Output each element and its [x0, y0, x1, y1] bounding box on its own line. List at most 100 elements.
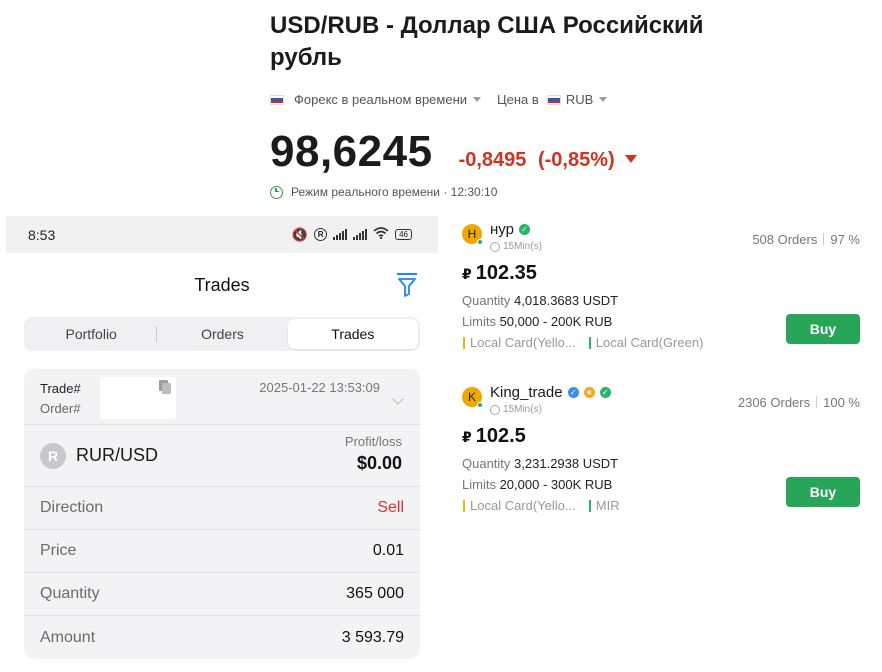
change-percent: (-0,85%): [537, 149, 615, 171]
avatar-letter: H: [467, 227, 477, 241]
detail-value: 3 593.79: [341, 628, 404, 646]
payment-method: Local Card(Yello...: [470, 335, 576, 350]
russia-flag-icon: [270, 94, 284, 105]
limits-value: 50,000 - 200K RUB: [499, 314, 613, 329]
merchant-stats: 508 Orders 97 %: [752, 232, 860, 247]
source-dropdown[interactable]: Форекс в реальном времени: [294, 92, 467, 107]
change-value: -0,8495: [458, 149, 527, 171]
orders-count: 2306 Orders: [737, 395, 811, 410]
clock-icon: [270, 185, 283, 199]
avatar-letter: K: [467, 390, 476, 404]
orders-count: 508 Orders: [752, 232, 818, 247]
detail-row-price: Price 0.01: [24, 530, 420, 573]
status-time: 8:53: [28, 226, 56, 243]
response-time-text: 15Min(s): [503, 404, 542, 415]
quantity-value: 3,231.2938 USDT: [514, 456, 619, 471]
russia-flag-icon: [546, 94, 561, 105]
detail-label: Price: [40, 542, 77, 559]
merchant-avatar[interactable]: H: [462, 224, 483, 245]
currency-dropdown[interactable]: RUB: [566, 92, 593, 107]
price-value: 102.35: [475, 262, 537, 284]
status-icons: 🔇 R 46: [292, 227, 412, 243]
trades-header: Trades: [6, 253, 438, 317]
pair-icon: R: [40, 442, 66, 469]
wifi-icon: [373, 227, 389, 242]
offer-price: ₽102.35: [462, 262, 862, 285]
copy-icon[interactable]: [158, 379, 172, 395]
gold-badge-icon: ★: [583, 386, 595, 398]
offer-quantity: Quantity 4,018.3683 USDT: [462, 293, 862, 308]
clock-icon: [490, 241, 500, 252]
tab-orders[interactable]: Orders: [157, 319, 287, 349]
detail-row-amount: Amount 3 593.79: [24, 616, 420, 659]
payment-method: Local Card(Green): [595, 335, 704, 350]
detail-label: Quantity: [40, 585, 100, 602]
p2p-offer: H нур ✓ 15Min(s) 508 Orders 97 % ₽102.35 …: [462, 221, 862, 352]
signal-icon: [333, 229, 348, 240]
detail-row-direction: Direction Sell: [24, 487, 420, 530]
status-bar: 8:53 🔇 R 46: [6, 216, 438, 253]
response-time-text: 15Min(s): [503, 241, 542, 252]
filter-icon[interactable]: [396, 273, 418, 297]
payment-method: MIR: [595, 498, 620, 513]
price-row: 98,6245 -0,8495 (-0,85%): [270, 127, 870, 177]
realtime-text: Режим реального времени · 12:30:10: [291, 185, 498, 199]
response-time: 15Min(s): [490, 404, 542, 415]
merchant-avatar[interactable]: K: [462, 387, 483, 408]
r-circle-icon: R: [314, 228, 328, 241]
realtime-status: Режим реального времени · 12:30:10: [270, 185, 870, 199]
buy-button[interactable]: Buy: [786, 477, 860, 507]
ruble-sign: ₽: [462, 429, 472, 445]
chevron-down-icon[interactable]: [599, 97, 608, 102]
price-value: 102.5: [475, 425, 526, 447]
battery-icon: 46: [395, 229, 412, 240]
mobile-trades-screen: 8:53 🔇 R 46 Trades Portfolio Orders Trad…: [6, 216, 438, 672]
last-price: 98,6245: [270, 127, 433, 176]
buy-button[interactable]: Buy: [786, 314, 860, 344]
signal-icon: [353, 229, 368, 240]
offer-quantity: Quantity 3,231.2938 USDT: [462, 456, 862, 471]
clock-icon: [490, 404, 500, 415]
offer-price: ₽102.5: [462, 425, 862, 448]
detail-label: Direction: [40, 499, 104, 516]
detail-value: 0.01: [372, 542, 404, 559]
quote-header: USD/RUB - Доллар США Российский рубль Фо…: [270, 10, 870, 199]
method-color-bar: [463, 499, 465, 512]
merchant-name[interactable]: нур: [490, 221, 514, 238]
trade-card: Trade# Order# 2025-01-22 13:53:09 R RUR/…: [24, 369, 420, 659]
detail-value: Sell: [377, 499, 404, 516]
quantity-label: Quantity: [462, 293, 511, 308]
response-time: 15Min(s): [490, 241, 542, 252]
profit-loss-label: Profit/loss: [344, 434, 402, 449]
merchant-stats: 2306 Orders 100 %: [738, 395, 860, 410]
profit-loss: Profit/loss $0.00: [345, 434, 402, 474]
profit-loss-value: $0.00: [356, 453, 402, 473]
order-id-label: Order#: [40, 401, 81, 416]
method-color-bar: [463, 336, 465, 349]
verified-icon: ✓: [599, 386, 611, 398]
chevron-down-icon[interactable]: [473, 97, 482, 102]
tab-portfolio[interactable]: Portfolio: [26, 319, 156, 349]
verified-icon: ✓: [518, 223, 530, 235]
pair-name: RUR/USD: [76, 445, 159, 465]
payment-method: Local Card(Yello...: [470, 498, 576, 513]
limits-value: 20,000 - 300K RUB: [499, 477, 613, 492]
pair-row: R RUR/USD Profit/loss $0.00: [24, 425, 420, 487]
quantity-label: Quantity: [462, 456, 511, 471]
page-title: Trades: [194, 274, 250, 295]
mute-icon: 🔇: [291, 226, 309, 242]
segment-tabs: Portfolio Orders Trades: [24, 317, 420, 351]
ruble-sign: ₽: [462, 266, 472, 282]
price-in-label: Цена в: [497, 92, 539, 107]
verified-merchant-icon: ✓: [567, 386, 579, 398]
detail-row-quantity: Quantity 365 000: [24, 573, 420, 616]
price-change: -0,8495 (-0,85%): [459, 149, 615, 172]
merchant-name[interactable]: King_trade: [490, 384, 563, 401]
quote-title: USD/RUB - Доллар США Российский рубль: [270, 12, 704, 71]
trade-card-header[interactable]: Trade# Order# 2025-01-22 13:53:09: [24, 369, 420, 425]
completion-rate: 100 %: [823, 395, 860, 410]
tab-trades[interactable]: Trades: [287, 319, 418, 349]
down-arrow-icon: [624, 155, 637, 163]
p2p-offer: K King_trade ✓ ★ ✓ 15Min(s) 2306 Orders 1…: [462, 384, 862, 515]
quantity-value: 4,018.3683 USDT: [514, 293, 619, 308]
